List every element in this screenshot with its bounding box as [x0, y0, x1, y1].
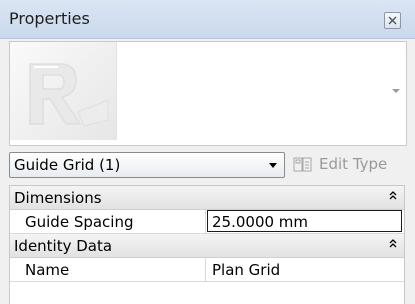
type-preview[interactable]: [9, 41, 407, 146]
type-selector[interactable]: Guide Grid (1): [9, 152, 285, 178]
property-value-text: 25.0000 mm: [212, 213, 309, 231]
property-name-text: Name: [25, 261, 70, 279]
edit-type-icon: [293, 157, 312, 172]
property-row-guide-spacing[interactable]: Guide Spacing 25.0000 mm: [10, 210, 404, 234]
property-row-name[interactable]: Name Plan Grid: [10, 258, 404, 282]
title-bar[interactable]: Properties: [0, 0, 415, 39]
revit-logo-icon: [10, 42, 117, 140]
edit-type-label: Edit Type: [319, 155, 388, 173]
edit-type-button[interactable]: Edit Type: [293, 152, 408, 178]
close-icon[interactable]: [384, 12, 401, 29]
properties-palette: Properties Guide Grid (1) Edit Type Dime…: [0, 0, 415, 304]
property-value-text: Plan Grid: [212, 261, 281, 279]
type-selector-value: Guide Grid (1): [14, 156, 121, 174]
double-chevron-up-icon[interactable]: [389, 191, 397, 201]
chevron-down-icon: [269, 163, 277, 168]
panel-title: Properties: [9, 9, 90, 28]
property-name: Name: [10, 258, 206, 281]
guide-spacing-input[interactable]: 25.0000 mm: [207, 210, 402, 232]
double-chevron-up-icon[interactable]: [389, 239, 397, 249]
property-name: Guide Spacing: [10, 210, 206, 233]
caret-down-icon[interactable]: [391, 87, 401, 95]
group-label: Identity Data: [14, 237, 113, 255]
group-label: Dimensions: [14, 189, 102, 207]
group-dimensions[interactable]: Dimensions: [10, 186, 404, 210]
name-field[interactable]: Plan Grid: [206, 258, 404, 281]
group-identity-data[interactable]: Identity Data: [10, 234, 404, 258]
property-name-text: Guide Spacing: [25, 213, 134, 231]
property-grid: Dimensions Guide Spacing 25.0000 mm Iden…: [9, 185, 405, 304]
